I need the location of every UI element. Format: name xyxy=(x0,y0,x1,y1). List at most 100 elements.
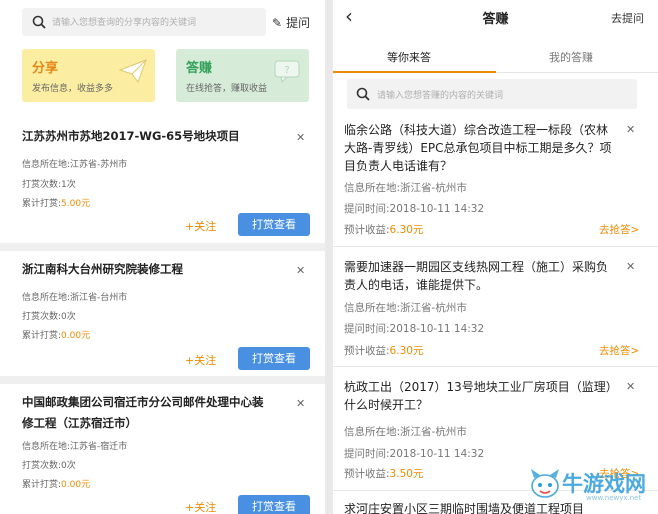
item-location: 信息所在地:浙江省-台州市 xyxy=(22,290,127,303)
search-placeholder: 请输入您想答赚的内容的关键词 xyxy=(377,91,504,101)
item-location: 信息所在地:江苏省-苏州市 xyxy=(22,157,127,170)
go-ask-button[interactable]: 去提问 xyxy=(611,10,644,26)
location-label: 信息所在地: xyxy=(22,160,71,170)
location-label: 信息所在地: xyxy=(22,442,71,452)
total-value: 5.00元 xyxy=(61,199,91,209)
earn-label: 预计收益: xyxy=(344,468,390,480)
divider xyxy=(333,366,658,367)
question-earn: 预计收益:6.30元 xyxy=(344,343,423,358)
location-value: 江苏省-苏州市 xyxy=(70,160,128,170)
question-earn: 预计收益:6.30元 xyxy=(344,222,423,237)
divider xyxy=(333,246,658,247)
tab-bar: 等你来答 我的答赚 xyxy=(333,40,658,73)
pencil-icon: ✎ xyxy=(272,16,283,30)
location-value: 浙江省-台州市 xyxy=(70,293,128,303)
location-label: 信息所在地: xyxy=(344,182,401,194)
earn-value: 3.50元 xyxy=(389,468,424,480)
close-icon[interactable]: ✕ xyxy=(296,131,305,144)
close-icon[interactable]: ✕ xyxy=(296,264,305,277)
question-earn: 预计收益:3.50元 xyxy=(344,466,423,481)
panel-divider xyxy=(325,0,333,514)
follow-label: 关注 xyxy=(194,354,217,367)
time-label: 提问时间: xyxy=(344,448,390,460)
item-title: 江苏苏州市苏地2017-WG-65号地块项目 xyxy=(22,129,240,143)
earn-value: 6.30元 xyxy=(389,224,424,236)
location-label: 信息所在地: xyxy=(22,293,71,303)
time-label: 提问时间: xyxy=(344,323,390,335)
share-card[interactable]: 分享 发布信息，收益多多 xyxy=(22,49,155,102)
plus-icon: + xyxy=(185,501,195,514)
divider xyxy=(0,376,325,384)
question-title: 杭政工出（2017）13号地块工业厂房项目（监理）什么时候开工？ xyxy=(344,380,612,412)
plus-icon: + xyxy=(185,354,195,367)
page-title: 答赚 xyxy=(482,12,509,27)
question-time: 提问时间:2018-10-11 14:32 xyxy=(344,446,484,461)
paper-plane-icon xyxy=(119,59,147,83)
earn-label: 预计收益: xyxy=(344,345,390,357)
follow-button[interactable]: +关注 xyxy=(185,352,216,368)
total-value: 0.00元 xyxy=(61,480,91,490)
count-value: 0次 xyxy=(61,312,76,322)
total-label: 累计打赏: xyxy=(22,199,62,209)
question-search-input[interactable]: 请输入您想答赚的内容的关键词 xyxy=(347,79,637,109)
follow-button[interactable]: +关注 xyxy=(185,499,216,514)
follow-button[interactable]: +关注 xyxy=(185,218,216,234)
item-total: 累计打赏:0.00元 xyxy=(22,477,90,490)
count-label: 打赏次数: xyxy=(22,312,62,322)
share-list-panel: 请输入您想查询的分享内容的关键词 ✎ 提问 分享 发布信息，收益多多 答赚 在线抢… xyxy=(0,0,325,514)
question-title: 临余公路（科技大道）综合改造工程一标段（农林大路-青罗线）EPC总承包项目中标工… xyxy=(344,123,612,173)
item-count: 打赏次数:1次 xyxy=(22,177,76,190)
search-placeholder: 请输入您想查询的分享内容的关键词 xyxy=(52,18,197,28)
time-value: 2018-10-11 14:32 xyxy=(389,448,485,460)
grab-answer-link[interactable]: 去抢答> xyxy=(599,343,639,358)
question-location: 信息所在地:浙江省-杭州市 xyxy=(344,300,467,315)
close-icon[interactable]: ✕ xyxy=(296,397,305,410)
follow-label: 关注 xyxy=(194,501,217,514)
reward-view-button[interactable]: 打赏查看 xyxy=(238,347,310,370)
search-row: 请输入您想查询的分享内容的关键词 ✎ 提问 xyxy=(22,8,314,36)
item-location: 信息所在地:江苏省-宿迁市 xyxy=(22,439,127,452)
item-total: 累计打赏:0.00元 xyxy=(22,328,90,341)
location-value: 浙江省-杭州市 xyxy=(400,182,467,194)
answer-earn-panel: ‹ 答赚 去提问 等你来答 我的答赚 请输入您想答赚的内容的关键词 临余公路（科… xyxy=(333,0,658,514)
reward-view-button[interactable]: 打赏查看 xyxy=(238,213,310,236)
divider xyxy=(0,243,325,251)
close-icon[interactable]: ✕ xyxy=(626,260,635,273)
answer-card[interactable]: 答赚 在线抢答，赚取收益 ? xyxy=(176,49,309,102)
ask-button[interactable]: ✎ 提问 xyxy=(272,14,310,31)
mascot-logo-icon xyxy=(531,469,559,498)
watermark-url: www.newyx.net xyxy=(586,494,642,502)
follow-label: 关注 xyxy=(194,220,217,233)
top-bar: ‹ 答赚 去提问 xyxy=(333,0,658,34)
site-watermark: 牛游戏网 www.newyx.net xyxy=(528,462,656,512)
total-value: 0.00元 xyxy=(61,331,91,341)
location-label: 信息所在地: xyxy=(344,426,401,438)
location-value: 浙江省-杭州市 xyxy=(400,302,467,314)
count-label: 打赏次数: xyxy=(22,461,62,471)
time-value: 2018-10-11 14:32 xyxy=(389,203,485,215)
question-time: 提问时间:2018-10-11 14:32 xyxy=(344,321,484,336)
time-value: 2018-10-11 14:32 xyxy=(389,323,485,335)
reward-view-button[interactable]: 打赏查看 xyxy=(238,495,310,514)
question-title: 需要加速器一期园区支线热网工程（施工）采购负责人的电话，谁能提供下。 xyxy=(344,260,609,292)
question-time: 提问时间:2018-10-11 14:32 xyxy=(344,201,484,216)
earn-label: 预计收益: xyxy=(344,224,390,236)
tab-waiting-answers[interactable]: 等你来答 xyxy=(387,49,431,65)
search-input[interactable]: 请输入您想查询的分享内容的关键词 xyxy=(22,8,266,36)
item-count: 打赏次数:0次 xyxy=(22,309,76,322)
active-tab-indicator xyxy=(333,71,496,73)
total-label: 累计打赏: xyxy=(22,480,62,490)
count-label: 打赏次数: xyxy=(22,180,62,190)
close-icon[interactable]: ✕ xyxy=(626,123,635,136)
question-location: 信息所在地:浙江省-杭州市 xyxy=(344,424,467,439)
location-value: 浙江省-杭州市 xyxy=(400,426,467,438)
plus-icon: + xyxy=(185,220,195,233)
item-count: 打赏次数:0次 xyxy=(22,458,76,471)
tab-my-answers[interactable]: 我的答赚 xyxy=(549,49,593,65)
count-value: 1次 xyxy=(61,180,76,190)
svg-text:?: ? xyxy=(284,65,289,76)
close-icon[interactable]: ✕ xyxy=(626,380,635,393)
speech-bubble-icon: ? xyxy=(274,60,300,83)
location-label: 信息所在地: xyxy=(344,302,401,314)
grab-answer-link[interactable]: 去抢答> xyxy=(599,222,639,237)
